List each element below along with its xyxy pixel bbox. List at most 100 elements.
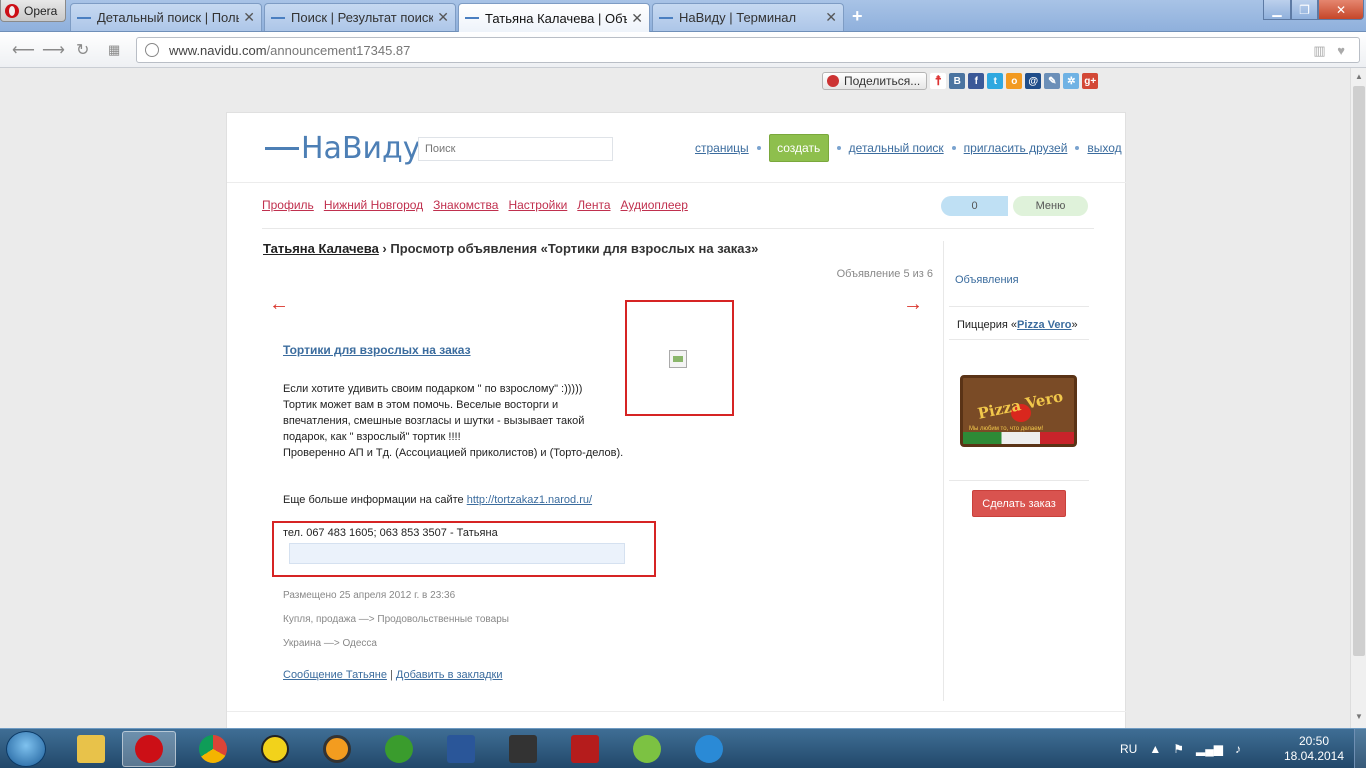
message-link[interactable]: Сообщение Татьяне — [283, 669, 387, 681]
pizza-vero-logo[interactable]: Pizza Vero Мы любим то, что делаем! — [960, 375, 1077, 447]
volume-icon[interactable]: ♪ — [1235, 742, 1241, 756]
chrome-taskbar-button[interactable] — [186, 731, 240, 767]
next-arrow-icon[interactable]: → — [903, 293, 923, 316]
flag-icon[interactable]: ⚑ — [1173, 742, 1184, 756]
logout-link[interactable]: выход — [1087, 141, 1121, 155]
invite-friends-link[interactable]: пригласить друзей — [964, 141, 1068, 155]
notification-counter[interactable]: 0 — [941, 196, 1008, 216]
menu-item-city[interactable]: Нижний Новгород — [324, 198, 423, 212]
tab-favicon-icon — [271, 16, 285, 19]
more-info-text: Еще больше информации на сайте — [283, 494, 467, 506]
site-info-icon[interactable] — [145, 43, 159, 57]
speed-dial-icon[interactable]: ▦ — [108, 42, 120, 58]
tab-terminal[interactable]: НаВиду | Терминал ✕ — [652, 3, 844, 31]
close-tab-icon[interactable]: ✕ — [825, 9, 837, 26]
tab-detailed-search[interactable]: Детальный поиск | Поль ✕ — [70, 3, 262, 31]
clock-date: 18.04.2014 — [1283, 749, 1345, 763]
scroll-up-icon[interactable]: ▲ — [1355, 72, 1363, 81]
url-path: /announcement17345.87 — [266, 42, 411, 58]
maximize-button[interactable]: ❐ — [1291, 0, 1318, 20]
close-window-button[interactable]: ✕ — [1318, 0, 1364, 20]
tray-expand-icon[interactable]: ▲ — [1149, 742, 1161, 756]
ie-taskbar-button[interactable] — [682, 731, 736, 767]
google-plus-icon[interactable]: g+ — [1082, 73, 1099, 89]
author-link[interactable]: Татьяна Калачева — [263, 241, 379, 256]
aimp-taskbar-button[interactable] — [310, 731, 364, 767]
body-line: впечатления, смешные возгласы и шутки - … — [283, 415, 585, 427]
scrollbar-thumb[interactable] — [1353, 86, 1365, 656]
share-button[interactable]: Поделиться... — [822, 72, 928, 90]
mailru-icon[interactable]: @ — [1025, 73, 1042, 89]
bookmark-heart-icon[interactable]: ▥ ♥ — [1313, 43, 1349, 59]
kmplayer-taskbar-button[interactable] — [496, 731, 550, 767]
posted-date: Размещено 25 апреля 2012 г. в 23:36 — [283, 590, 456, 601]
new-tab-icon[interactable]: + — [852, 6, 863, 27]
menu-item-settings[interactable]: Настройки — [508, 198, 567, 212]
previous-arrow-icon[interactable]: ← — [269, 293, 289, 316]
contact-field[interactable] — [289, 543, 625, 564]
twitter-icon[interactable]: t — [987, 73, 1004, 89]
opera-menu-label: Opera — [24, 3, 58, 18]
start-button[interactable] — [6, 731, 46, 767]
menu-item-feed[interactable]: Лента — [577, 198, 610, 212]
batman-taskbar-button[interactable] — [248, 731, 302, 767]
content-page: НаВиду страницы создать детальный поиск … — [226, 112, 1127, 728]
bookmark-link[interactable]: Добавить в закладки — [396, 669, 503, 681]
filezilla-taskbar-button[interactable] — [558, 731, 612, 767]
tab-title: Татьяна Калачева | Объяв — [485, 10, 627, 26]
site-logo[interactable]: НаВиду — [265, 131, 421, 166]
explorer-taskbar-button[interactable] — [64, 731, 118, 767]
reload-icon[interactable]: ↻ — [76, 40, 89, 60]
odnoklassniki-icon[interactable]: o — [1006, 73, 1023, 89]
aimp-icon — [323, 735, 351, 763]
vkontakte-icon[interactable]: B — [949, 73, 966, 89]
utorrent-icon — [385, 735, 413, 763]
tab-search-results[interactable]: Поиск | Результат поиска ✕ — [264, 3, 456, 31]
broken-image-icon[interactable] — [669, 350, 687, 368]
minimize-button[interactable]: ▁ — [1263, 0, 1291, 20]
pizzeria-link[interactable]: Pizza Vero — [1017, 319, 1071, 331]
close-tab-icon[interactable]: ✕ — [243, 9, 255, 26]
detailed-search-link[interactable]: детальный поиск — [849, 141, 944, 155]
vertical-scrollbar[interactable]: ▲ ▼ — [1350, 68, 1366, 728]
site-search-input[interactable] — [418, 137, 613, 161]
language-indicator[interactable]: RU — [1120, 742, 1137, 756]
order-button[interactable]: Сделать заказ — [972, 490, 1066, 517]
external-site-link[interactable]: http://tortzakaz1.narod.ru/ — [467, 494, 592, 506]
menu-item-audioplayer[interactable]: Аудиоплеер — [621, 198, 688, 212]
tab-favicon-icon — [659, 16, 673, 19]
bullet-icon — [1075, 146, 1080, 150]
menu-item-profile[interactable]: Профиль — [262, 198, 314, 212]
livejournal-icon[interactable]: ✎ — [1044, 73, 1061, 89]
word-taskbar-button[interactable] — [434, 731, 488, 767]
internet-explorer-icon — [695, 735, 723, 763]
scroll-down-icon[interactable]: ▼ — [1355, 712, 1363, 721]
network-icon[interactable]: ▂▄▆ — [1196, 742, 1223, 756]
facebook-icon[interactable]: f — [968, 73, 985, 89]
back-icon[interactable]: ⟵ — [12, 40, 35, 60]
utorrent-taskbar-button[interactable] — [372, 731, 426, 767]
address-field[interactable]: www.navidu.com /announcement17345.87 ▥ ♥ — [136, 37, 1360, 63]
odnoklassniki-person-icon[interactable]: ☨ — [930, 73, 947, 89]
forward-icon[interactable]: ⟶ — [42, 40, 65, 60]
pizzeria-heading: Пиццерия «Pizza Vero» — [957, 319, 1078, 331]
settings-share-icon[interactable]: ✲ — [1063, 73, 1080, 89]
navigation-bar: ⟵ ⟶ ↻ ▦ www.navidu.com /announcement1734… — [0, 32, 1366, 68]
create-button[interactable]: создать — [768, 134, 829, 162]
show-desktop-button[interactable] — [1354, 729, 1366, 768]
chrome-icon — [199, 735, 227, 763]
opera-menu-button[interactable]: Opera — [0, 0, 66, 22]
audio-taskbar-button[interactable] — [620, 731, 674, 767]
close-tab-icon[interactable]: ✕ — [631, 10, 643, 27]
announcements-link[interactable]: Объявления — [955, 274, 1019, 286]
pizzeria-prefix: Пиццерия « — [957, 319, 1018, 331]
browser-tab-strip: Opera Детальный поиск | Поль ✕ Поиск | Р… — [0, 0, 1366, 32]
menu-button[interactable]: Меню — [1013, 196, 1088, 216]
tab-announcement[interactable]: Татьяна Калачева | Объяв ✕ — [458, 3, 650, 32]
clock[interactable]: 20:50 18.04.2014 — [1274, 734, 1354, 764]
close-tab-icon[interactable]: ✕ — [437, 9, 449, 26]
menu-item-dating[interactable]: Знакомства — [433, 198, 498, 212]
pages-link[interactable]: страницы — [695, 141, 749, 155]
announcement-title[interactable]: Тортики для взрослых на заказ — [283, 343, 471, 357]
opera-taskbar-button[interactable] — [122, 731, 176, 767]
